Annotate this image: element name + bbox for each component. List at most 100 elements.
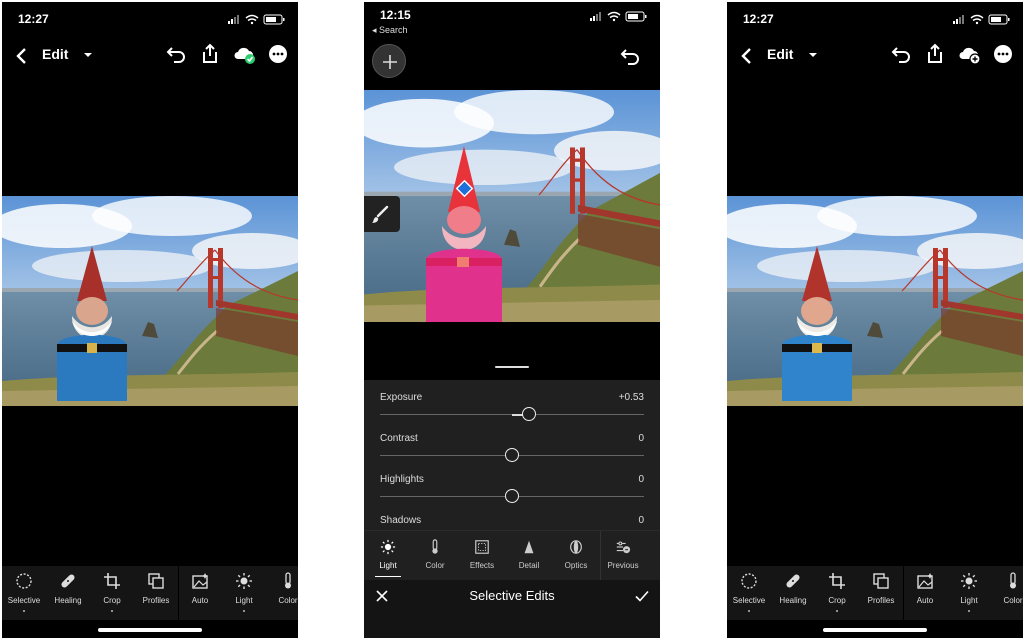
undo-icon[interactable] [889, 42, 913, 66]
slider-knob[interactable] [505, 489, 519, 503]
tab-previous[interactable]: Previous [600, 531, 646, 581]
tool-color[interactable]: Color [266, 566, 298, 620]
edit-toolbar: Selective Healing Crop Profiles Auto Lig… [727, 566, 1023, 620]
panel-drag-handle[interactable] [495, 366, 529, 368]
tool-indicator [968, 610, 970, 612]
brush-icon [372, 205, 389, 223]
slider-shadows[interactable]: Shadows 0 [364, 507, 660, 530]
plus-icon [383, 55, 397, 69]
tool-selective[interactable]: Selective [727, 566, 771, 620]
edit-mode-title[interactable]: Edit [767, 46, 793, 62]
home-indicator [98, 628, 202, 632]
tool-healing[interactable]: Healing [46, 566, 90, 620]
slider-exposure[interactable]: Exposure +0.53 [364, 384, 660, 424]
tool-indicator [23, 610, 25, 612]
undo-icon[interactable] [164, 42, 188, 66]
tool-auto[interactable]: Auto [903, 566, 947, 620]
crop-icon [829, 573, 845, 589]
share-icon[interactable] [923, 42, 947, 66]
healing-icon [61, 574, 75, 588]
tool-auto[interactable]: Auto [178, 566, 222, 620]
color-icon [285, 572, 291, 589]
tool-crop[interactable]: Crop [815, 566, 859, 620]
tool-healing[interactable]: Healing [771, 566, 815, 620]
slider-label: Shadows [380, 515, 422, 526]
status-bar: 12:27 [727, 2, 1023, 34]
healing-icon [786, 574, 800, 588]
phone-screen-right: 12:27 Edit Selective Healing Crop Profil… [727, 2, 1023, 638]
status-bar: 12:27 [2, 2, 298, 34]
tool-color[interactable]: Color [991, 566, 1023, 620]
tool-label: Color [278, 596, 298, 605]
slider-knob[interactable] [522, 407, 537, 421]
tool-label: Color [1003, 596, 1023, 605]
optics-icon [570, 540, 582, 554]
effects-icon [475, 540, 489, 554]
chevron-down-icon[interactable] [82, 46, 94, 64]
phone-screen-left: 12:27 Edit Selective Healing Crop Profil… [2, 2, 298, 638]
tool-indicator [243, 610, 245, 612]
adjustment-panel: Exposure +0.53 Contrast 0 Highlights 0 S… [364, 380, 660, 530]
brush-tool-button[interactable] [364, 196, 400, 232]
tab-label: Previous [607, 561, 639, 570]
more-icon[interactable] [991, 42, 1015, 66]
slider-value: 0 [638, 515, 644, 526]
auto-icon [917, 573, 933, 589]
light-icon [961, 573, 977, 589]
tool-selective[interactable]: Selective [2, 566, 46, 620]
color-icon [432, 539, 438, 554]
back-chevron-icon[interactable] [12, 44, 32, 68]
color-icon [1010, 572, 1016, 589]
tool-light[interactable]: Light [222, 566, 266, 620]
tab-label: Optics [564, 561, 588, 570]
adjustment-tabs: Light Color Effects Detail Optics Previo… [364, 530, 660, 581]
slider-contrast[interactable]: Contrast 0 [364, 425, 660, 465]
auto-icon [192, 573, 208, 589]
status-icons [953, 14, 1010, 25]
top-nav: Edit [727, 36, 1023, 76]
status-bar: 12:15 ◂ Search [364, 2, 660, 36]
profiles-icon [873, 573, 889, 589]
tool-crop[interactable]: Crop [90, 566, 134, 620]
previous-icon [616, 541, 631, 554]
status-time: 12:27 [18, 12, 49, 26]
share-icon[interactable] [198, 42, 222, 66]
tool-indicator [836, 610, 838, 612]
light-icon [380, 539, 396, 555]
selective-icon [741, 573, 757, 589]
tab-optics[interactable]: Optics [553, 531, 599, 581]
chevron-down-icon[interactable] [807, 46, 819, 64]
cloud-synced-icon[interactable] [232, 42, 256, 66]
slider-knob[interactable] [505, 448, 519, 462]
photo-preview[interactable] [2, 196, 298, 406]
back-to-search-link[interactable]: ◂ Search [372, 25, 408, 36]
tab-light[interactable]: Light [365, 531, 411, 581]
tool-profiles[interactable]: Profiles [859, 566, 903, 620]
tab-color[interactable]: Color [412, 531, 458, 581]
tool-indicator [111, 610, 113, 612]
cloud-syncing-icon[interactable] [957, 42, 981, 66]
add-selection-button[interactable] [372, 44, 406, 78]
edit-mode-title[interactable]: Edit [42, 46, 68, 62]
tab-detail[interactable]: Detail [506, 531, 552, 581]
slider-label: Exposure [380, 392, 423, 403]
status-icons [228, 14, 285, 25]
tab-label: Effects [469, 561, 495, 570]
light-icon [236, 573, 252, 589]
top-nav: Edit [2, 36, 298, 76]
status-time: 12:15 [380, 8, 411, 22]
photo-preview[interactable] [364, 90, 660, 322]
photo-preview[interactable] [727, 196, 1023, 406]
profiles-icon [148, 573, 164, 589]
checkmark-icon[interactable] [634, 588, 650, 604]
undo-icon[interactable] [618, 44, 642, 68]
tool-light[interactable]: Light [947, 566, 991, 620]
slider-highlights[interactable]: Highlights 0 [364, 466, 660, 506]
tab-effects[interactable]: Effects [459, 531, 505, 581]
tool-profiles[interactable]: Profiles [134, 566, 178, 620]
more-icon[interactable] [266, 42, 290, 66]
back-chevron-icon[interactable] [737, 44, 757, 68]
home-indicator [823, 628, 927, 632]
slider-value: 0 [638, 474, 644, 485]
slider-value: 0 [638, 433, 644, 444]
